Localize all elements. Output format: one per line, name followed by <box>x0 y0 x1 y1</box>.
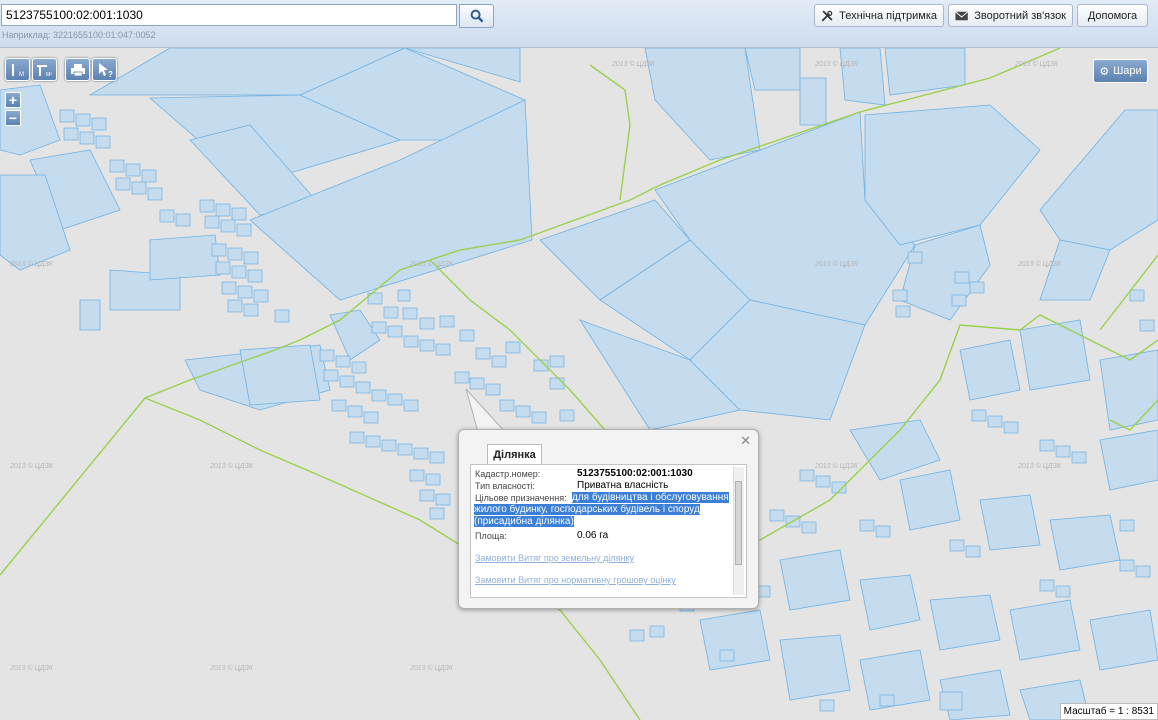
map-scale: Масштаб = 1 : 8531 <box>1059 703 1158 720</box>
popup-tab-parcel[interactable]: Ділянка <box>487 444 542 464</box>
layers-button[interactable]: ⚙ Шари <box>1093 59 1148 83</box>
feedback-label: Зворотний зв'язок <box>974 9 1066 22</box>
map-watermark: 2013 © ЦДЗК <box>611 60 656 68</box>
popup-content: Кадастр.номер: 5123755100:02:001:1030 Ти… <box>470 464 747 598</box>
help-button[interactable]: Допомога <box>1077 4 1148 27</box>
map-watermark: 2013 © ЦДЗК <box>814 462 859 470</box>
map-watermark: 2013 © ЦДЗК <box>9 260 54 268</box>
gear-icon: ⚙ <box>1099 65 1110 78</box>
ownership-label: Тип власності: <box>475 481 535 491</box>
parcel-info-popup: Ділянка ✕ Кадастр.номер: 5123755100:02:0… <box>458 429 759 609</box>
plus-icon: + <box>8 92 18 108</box>
map-watermark: 2013 © ЦДЗК <box>409 664 454 672</box>
cadastral-number-label: Кадастр.номер: <box>475 469 541 479</box>
area-value: 0.06 га <box>577 530 609 541</box>
measure-area-button[interactable]: M² <box>32 58 57 81</box>
top-bar: Наприклад: 3221655100:01:047:0052 Техніч… <box>0 0 1158 48</box>
popup-scroll-thumb[interactable] <box>735 481 742 565</box>
map-watermark: 2013 © ЦДЗК <box>1017 462 1062 470</box>
map-canvas[interactable]: 2013 © ЦДЗК 2013 © ЦДЗК 2013 © ЦДЗК 2013… <box>0 48 1158 720</box>
map-watermark: 2013 © ЦДЗК <box>814 60 859 68</box>
search-button[interactable] <box>459 4 494 28</box>
purpose-value: для будівництва і обслуговування жилого … <box>474 492 729 527</box>
order-extract-link[interactable]: Замовити Витяг про земельну ділянку <box>475 553 634 563</box>
area-label: Площа: <box>475 531 507 541</box>
search-hint: Наприклад: 3221655100:01:047:0052 <box>2 30 156 40</box>
print-button[interactable] <box>65 58 90 81</box>
cadastral-search-input[interactable] <box>1 4 457 26</box>
zoom-out-button[interactable]: − <box>5 110 21 126</box>
map-watermark: 2013 © ЦДЗК <box>209 462 254 470</box>
area-icon: M² <box>36 64 52 77</box>
close-icon[interactable]: ✕ <box>740 433 751 449</box>
feedback-button[interactable]: Зворотний зв'язок <box>948 4 1073 27</box>
measure-length-button[interactable]: M <box>5 58 30 81</box>
popup-scrollbar[interactable] <box>733 467 744 595</box>
layers-label: Шари <box>1113 65 1142 77</box>
ruler-icon: M <box>11 63 24 77</box>
order-valuation-link[interactable]: Замовити Витяг про нормативну грошову оц… <box>475 575 676 585</box>
zoom-in-button[interactable]: + <box>5 92 21 108</box>
svg-text:M: M <box>19 72 24 77</box>
map-watermark: 2013 © ЦДЗК <box>814 260 859 268</box>
minus-icon: − <box>8 110 18 126</box>
map-watermark: 2013 © ЦДЗК <box>9 462 54 470</box>
cadastral-map[interactable]: 2013 © ЦДЗК 2013 © ЦДЗК 2013 © ЦДЗК 2013… <box>0 48 1158 720</box>
map-watermark: 2013 © ЦДЗК <box>9 664 54 672</box>
map-watermark: 2013 © ЦДЗК <box>409 260 454 268</box>
ownership-value: Приватна власність <box>577 480 669 491</box>
map-watermark: 2013 © ЦДЗК <box>1014 60 1059 68</box>
identify-button[interactable]: ? <box>92 58 117 81</box>
help-label: Допомога <box>1087 9 1138 22</box>
printer-icon <box>70 63 85 76</box>
tech-support-label: Технічна підтримка <box>839 9 937 22</box>
map-watermark: 2013 © ЦДЗК <box>1017 260 1062 268</box>
tools-icon <box>821 10 833 21</box>
map-watermark: 2013 © ЦДЗК <box>209 664 254 672</box>
svg-text:M²: M² <box>46 72 52 77</box>
cursor-query-icon: ? <box>98 62 113 78</box>
cadastral-number-value: 5123755100:02:001:1030 <box>577 468 693 479</box>
search-icon <box>470 9 483 23</box>
mail-icon <box>955 10 969 20</box>
svg-text:?: ? <box>108 70 113 78</box>
tech-support-button[interactable]: Технічна підтримка <box>814 4 944 27</box>
